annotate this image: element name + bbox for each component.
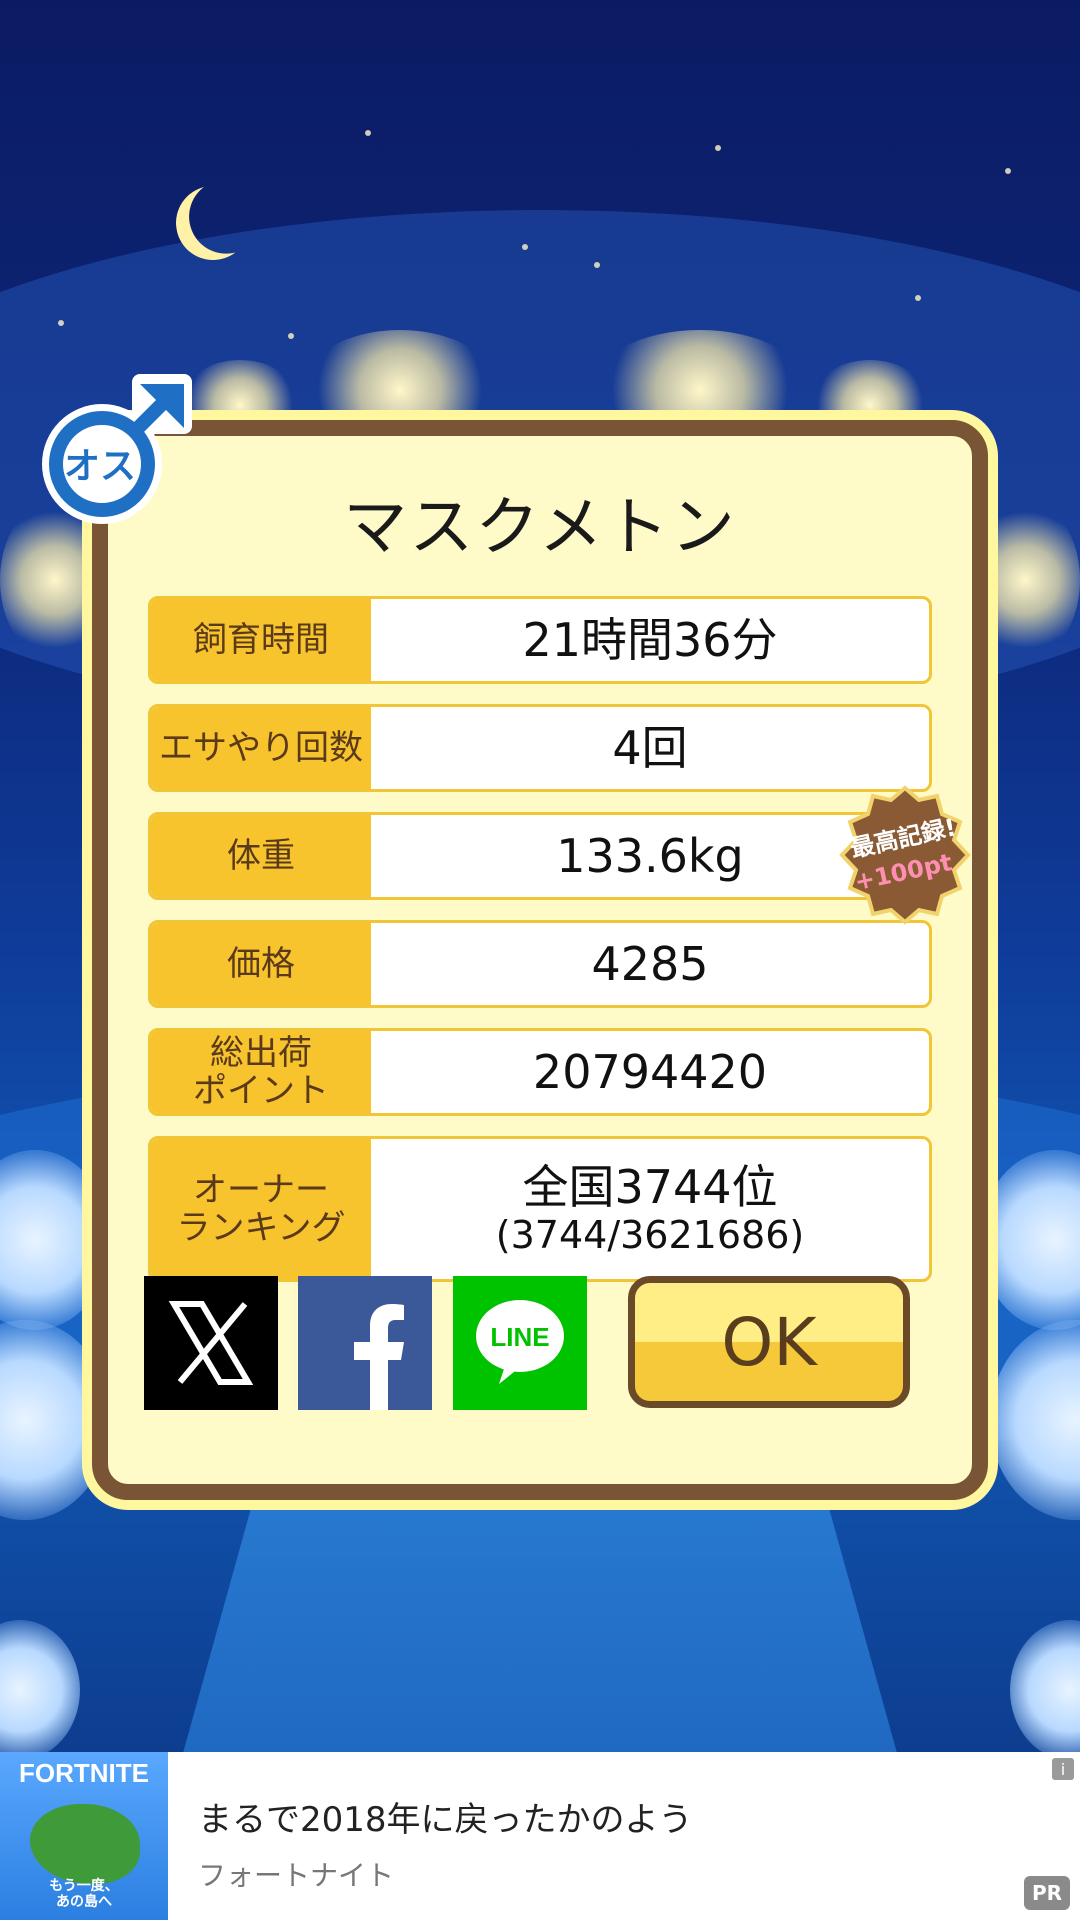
line-logo-text: LINE <box>490 1322 549 1352</box>
stat-value: 4285 <box>591 937 709 991</box>
stat-row-price: 価格 4285 <box>148 920 932 1008</box>
star <box>1005 168 1011 174</box>
ad-thumb-title: FORTNITE <box>19 1758 149 1788</box>
share-x-button[interactable] <box>144 1276 278 1410</box>
ranking-detail: (3744/3621686) <box>495 1213 805 1257</box>
stat-row-shipping-points: 総出荷 ポイント 20794420 <box>148 1028 932 1116</box>
ad-thumbnail[interactable]: FORTNITE もう一度、 あの島へ <box>0 1752 168 1920</box>
star <box>715 145 721 151</box>
ok-button[interactable]: OK <box>628 1276 910 1408</box>
stat-row-owner-ranking: オーナー ランキング 全国3744位 (3744/3621686) <box>148 1136 932 1282</box>
ad-thumb-caption: もう一度、 あの島へ <box>49 1878 119 1910</box>
stat-label: 総出荷 ポイント <box>151 1031 371 1113</box>
male-gender-badge: オス <box>42 374 192 524</box>
record-badge: 最高記録! +100pt <box>839 785 971 925</box>
star <box>915 295 921 301</box>
stat-label: オーナー ランキング <box>151 1139 371 1279</box>
stat-label: エサやり回数 <box>151 707 371 789</box>
stat-value: 21時間36分 <box>522 613 778 667</box>
result-dialog: マスクメトン 飼育時間 21時間36分 エサやり回数 4回 体重 133.6kg… <box>92 420 988 1500</box>
share-facebook-button[interactable] <box>298 1276 432 1410</box>
ad-pr-badge: PR <box>1024 1876 1070 1910</box>
star <box>365 130 371 136</box>
stat-label: 価格 <box>151 923 371 1005</box>
star <box>58 320 64 326</box>
stat-value: 4回 <box>612 721 688 775</box>
ad-headline[interactable]: まるで2018年に戻ったかのよう <box>198 1792 693 1841</box>
stat-row-breeding-time: 飼育時間 21時間36分 <box>148 596 932 684</box>
share-line-button[interactable]: LINE <box>453 1276 587 1410</box>
stat-value: 20794420 <box>532 1045 768 1099</box>
island-image <box>30 1804 140 1884</box>
stat-label: 体重 <box>151 815 371 897</box>
stat-row-weight: 体重 133.6kg <box>148 812 932 900</box>
bubble-light <box>0 1620 80 1752</box>
stat-row-feed-count: エサやり回数 4回 <box>148 704 932 792</box>
ad-info-icon[interactable]: i <box>1052 1758 1074 1780</box>
star <box>288 333 294 339</box>
bubble-light <box>1010 1620 1080 1752</box>
pet-name: マスクメトン <box>343 491 737 565</box>
gender-label: オス <box>64 446 136 487</box>
stat-label: 飼育時間 <box>151 599 371 681</box>
ad-advertiser: フォートナイト <box>198 1859 395 1892</box>
star <box>594 262 600 268</box>
ranking-rank: 全国3744位 <box>522 1160 778 1214</box>
ad-banner[interactable]: FORTNITE もう一度、 あの島へ まるで2018年に戻ったかのよう フォート… <box>0 1752 1080 1920</box>
star <box>522 244 528 250</box>
stat-value-ranking: 全国3744位 (3744/3621686) <box>371 1139 929 1279</box>
